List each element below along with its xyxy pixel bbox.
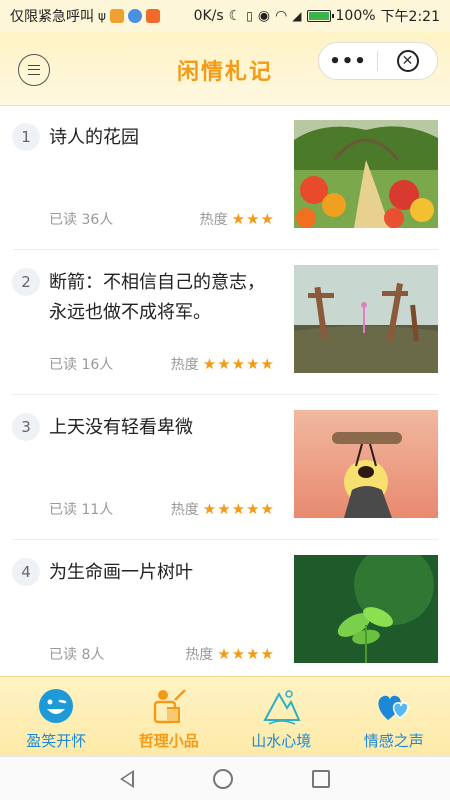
close-button[interactable]: ✕ <box>378 50 437 72</box>
hearts-icon <box>373 685 415 727</box>
tab-label: 情感之声 <box>363 732 424 750</box>
arrows-image[interactable] <box>294 265 438 373</box>
tab-smile[interactable]: 盈笑开怀 <box>0 677 113 757</box>
heat-label: 热度 <box>185 647 214 663</box>
status-bar: 仅限紧急呼叫 ψ 0K/s ☾ ▯ ◉ ◠ ◢ 100% 下午2:21 <box>0 0 450 32</box>
tab-label: 盈笑开怀 <box>26 732 87 750</box>
heat-rating: 热度 ★★★★★ <box>171 354 275 374</box>
home-icon[interactable] <box>212 768 233 789</box>
star-icon: ★★★★★ <box>202 355 275 373</box>
ant-image[interactable] <box>294 410 438 518</box>
article-list: 1 诗人的花园 已读 36人 热度 ★★★ 2 断箭：不相信自己的意志，永远也做… <box>0 106 450 676</box>
article-meta: 已读 16人 热度 ★★★★★ <box>49 353 275 375</box>
heat-label: 热度 <box>170 502 199 518</box>
star-icon: ★★★★ <box>217 645 275 663</box>
article-item[interactable]: 3 上天没有轻看卑微 已读 11人 热度 ★★★★★ <box>12 396 438 540</box>
back-icon[interactable] <box>119 769 134 788</box>
tab-philosophy[interactable]: 哲理小品 <box>113 677 226 757</box>
music-icon <box>127 9 142 23</box>
article-number: 1 <box>12 123 40 151</box>
mountain-icon <box>260 685 302 727</box>
read-count: 已读 36人 <box>49 212 114 228</box>
article-number: 2 <box>12 268 40 296</box>
app-header: 闲情札记 ••• ✕ <box>0 32 450 106</box>
star-icon: ★★★★★ <box>202 500 275 518</box>
battery-text: 100% <box>335 8 376 24</box>
article-meta: 已读 36人 热度 ★★★ <box>49 208 275 230</box>
article-item[interactable]: 4 为生命画一片树叶 已读 8人 热度 ★★★★ <box>12 541 438 676</box>
article-item[interactable]: 2 断箭：不相信自己的意志，永远也做不成将军。 已读 16人 热度 ★★★★★ <box>12 251 438 395</box>
usb-icon: ψ <box>98 9 106 23</box>
star-icon: ★★★ <box>231 210 275 228</box>
article-number: 3 <box>12 413 40 441</box>
reading-icon <box>148 685 190 727</box>
article-meta: 已读 11人 热度 ★★★★★ <box>49 498 275 520</box>
signal-icon: ◢ <box>292 9 302 23</box>
battery-icon <box>306 10 334 22</box>
vibrate-icon: ▯ <box>246 9 253 23</box>
app-icon <box>109 9 124 23</box>
leaves-image[interactable] <box>294 555 438 663</box>
smile-icon <box>35 685 77 727</box>
wifi-icon: ◠ <box>275 8 288 24</box>
article-meta: 已读 8人 热度 ★★★★ <box>49 643 275 665</box>
heat-rating: 热度 ★★★ <box>200 209 275 229</box>
system-nav-bar <box>0 756 450 800</box>
eye-icon: ◉ <box>257 8 271 24</box>
video-icon <box>145 9 160 23</box>
article-title[interactable]: 诗人的花园 <box>49 123 274 153</box>
article-title[interactable]: 断箭：不相信自己的意志，永远也做不成将军。 <box>49 268 274 328</box>
heat-label: 热度 <box>170 357 199 373</box>
speed-text: 0K/s <box>193 8 224 24</box>
garden-image[interactable] <box>294 120 438 228</box>
article-title[interactable]: 上天没有轻看卑微 <box>49 413 274 443</box>
mini-program-capsule: ••• ✕ <box>318 42 438 80</box>
bottom-tab-bar: 盈笑开怀 哲理小品 山水心境 情感之声 <box>0 676 450 756</box>
carrier-text: 仅限紧急呼叫 <box>10 9 94 25</box>
read-count: 已读 8人 <box>49 647 105 663</box>
tab-emotion[interactable]: 情感之声 <box>338 677 450 757</box>
read-count: 已读 16人 <box>49 357 114 373</box>
article-number: 4 <box>12 558 40 586</box>
close-icon: ✕ <box>396 50 419 72</box>
clock-text: 下午2:21 <box>380 9 440 25</box>
tab-landscape[interactable]: 山水心境 <box>225 677 338 757</box>
tab-label: 山水心境 <box>251 732 312 750</box>
article-title[interactable]: 为生命画一片树叶 <box>49 558 274 588</box>
heat-rating: 热度 ★★★★★ <box>171 499 275 519</box>
article-item[interactable]: 1 诗人的花园 已读 36人 热度 ★★★ <box>12 106 438 250</box>
heat-rating: 热度 ★★★★ <box>185 644 275 664</box>
recent-apps-icon[interactable] <box>312 769 331 788</box>
heat-label: 热度 <box>199 212 228 228</box>
tab-label: 哲理小品 <box>138 732 199 750</box>
read-count: 已读 11人 <box>49 502 114 518</box>
moon-icon: ☾ <box>228 8 242 24</box>
more-button[interactable]: ••• <box>319 51 377 72</box>
